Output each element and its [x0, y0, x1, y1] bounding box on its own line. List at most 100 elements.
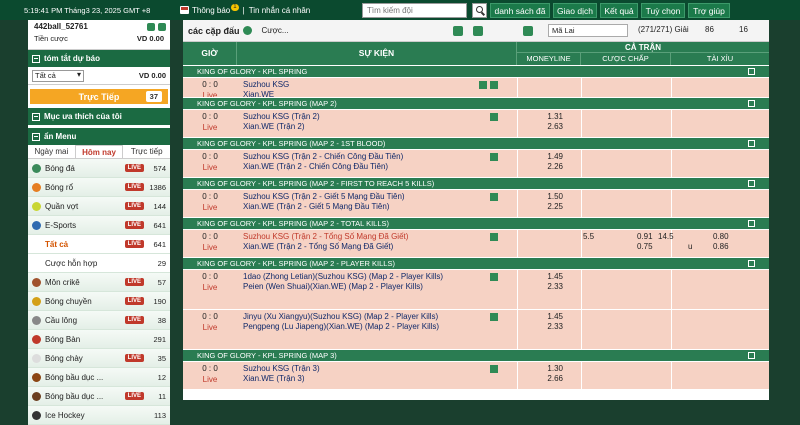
home-team[interactable]: Suzhou KSG (Trận 2) [243, 112, 479, 122]
sidebar-sport-item[interactable]: Bóng bầu dục ... LIVE 11 [28, 387, 170, 406]
favorite-star-icon[interactable] [490, 273, 498, 281]
handicap-odds-away[interactable]: 0.75 [637, 242, 653, 252]
moneyline-odds[interactable]: 1.50 2.25 [517, 192, 581, 212]
odds-type-select[interactable]: Mã Lai [548, 24, 628, 37]
refresh-icon[interactable] [748, 352, 755, 359]
league-header[interactable]: KING OF GLORY - KPL SPRING (MAP 3) [183, 349, 769, 361]
refresh-icon[interactable] [748, 100, 755, 107]
moneyline-odds[interactable]: 1.45 2.33 [517, 312, 581, 332]
refresh-icon[interactable] [748, 68, 755, 75]
odds-away[interactable]: 2.25 [517, 202, 563, 212]
league-count[interactable]: (271/271) Giải [638, 25, 689, 34]
away-team[interactable]: Xian.WE (Trận 3) [243, 374, 479, 384]
sidebar-sport-item[interactable]: Bóng bầu dục ... 12 [28, 368, 170, 387]
odds-away[interactable]: 2.26 [517, 162, 563, 172]
bet-list-button[interactable]: danh sách đã cược [490, 3, 550, 31]
tab-live[interactable]: Trực tiếp [123, 145, 170, 158]
refresh-icon[interactable] [748, 180, 755, 187]
tab-tomorrow[interactable]: Ngày mai [28, 145, 75, 158]
home-team[interactable]: Jinyu (Xu Xiangyu)(Suzhou KSG) (Map 2 - … [243, 312, 479, 322]
odds-home[interactable]: 1.50 [517, 192, 563, 202]
favorite-star-icon[interactable] [490, 233, 498, 241]
refresh-icon[interactable] [748, 260, 755, 267]
sidebar-sport-item[interactable]: Ice Hockey 113 [28, 406, 170, 425]
home-team[interactable]: Suzhou KSG (Trận 3) [243, 364, 479, 374]
refresh-icon[interactable] [748, 220, 755, 227]
away-team[interactable]: Xian.WE (Trận 2 - Giết 5 Mạng Đầu Tiên) [243, 202, 479, 212]
results-button[interactable]: Kết quả [600, 3, 638, 18]
sidebar-sport-item[interactable]: Bóng đá LIVE 574 [28, 159, 170, 178]
favorites-header[interactable]: Mục ưa thích của tôi [28, 108, 170, 125]
odds-away[interactable]: 2.63 [517, 122, 563, 132]
odds-away[interactable]: 2.33 [517, 282, 563, 292]
home-team[interactable]: Suzhou KSG (Trận 2 - Giết 5 Mạng Đầu Tiê… [243, 192, 479, 202]
moneyline-odds[interactable]: 1.31 2.63 [517, 112, 581, 132]
search-input[interactable]: Tìm kiếm đội [362, 3, 467, 18]
help-button[interactable]: Trợ giúp [688, 3, 730, 18]
sidebar-sport-item[interactable]: Cầu lông LIVE 38 [28, 311, 170, 330]
bet-type-select[interactable]: Cược... [262, 26, 289, 35]
over-odds[interactable]: 0.80 [713, 232, 729, 242]
league-header[interactable]: KING OF GLORY - KPL SPRING (MAP 2 - TOTA… [183, 217, 769, 229]
away-team[interactable]: Pengpeng (Lu Jiapeng)(Xian.WE) (Map 2 - … [243, 322, 479, 332]
sidebar-sport-item[interactable]: Bóng chuyền LIVE 190 [28, 292, 170, 311]
odds-away[interactable]: 2.66 [517, 374, 563, 384]
timer-count[interactable]: 16 [739, 25, 748, 34]
favorite-star-icon[interactable] [490, 313, 498, 321]
home-team[interactable]: Suzhou KSG [243, 80, 479, 90]
sidebar-sport-item[interactable]: Quần vợt LIVE 144 [28, 197, 170, 216]
add-icon[interactable] [453, 26, 463, 36]
moneyline-odds[interactable]: 1.45 2.33 [517, 272, 581, 292]
league-header[interactable]: KING OF GLORY - KPL SPRING (MAP 2) [183, 97, 769, 109]
favorite-star-icon[interactable] [490, 113, 498, 121]
sidebar-sport-item[interactable]: E-Sports LIVE 641 [28, 216, 170, 235]
odds-home[interactable]: 1.45 [517, 272, 563, 282]
total-line[interactable]: 14.5 [658, 232, 674, 242]
sidebar-subitem[interactable]: Cược hỗn hợp 29 [28, 254, 170, 273]
transactions-button[interactable]: Giao dịch [553, 3, 597, 18]
tv-icon[interactable] [479, 81, 487, 89]
under-odds[interactable]: 0.86 [713, 242, 729, 252]
sidebar-sport-item[interactable]: Bóng Bàn 291 [28, 330, 170, 349]
league-header[interactable]: KING OF GLORY - KPL SPRING (MAP 2 - PLAY… [183, 257, 769, 269]
search-icon[interactable] [472, 3, 487, 18]
away-team[interactable]: Xian.WE (Trận 2) [243, 122, 479, 132]
refresh-icon[interactable] [158, 23, 166, 31]
sidebar-sport-item[interactable]: Bóng rổ LIVE 1386 [28, 178, 170, 197]
odds-away[interactable]: 2.33 [517, 322, 563, 332]
odds-home[interactable]: 1.30 [517, 364, 563, 374]
sidebar-subitem[interactable]: Tất cả LIVE 641 [28, 235, 170, 254]
message-icon[interactable] [147, 23, 155, 31]
favorite-star-icon[interactable] [490, 153, 498, 161]
league-header[interactable]: KING OF GLORY - KPL SPRING (MAP 2 - FIRS… [183, 177, 769, 189]
summary-header[interactable]: tóm tắt dự báo [28, 50, 170, 67]
handicap-line[interactable]: 5.5 [583, 232, 594, 242]
odds-home[interactable]: 1.45 [517, 312, 563, 322]
away-team[interactable]: Peien (Wen Shuai)(Xian.WE) (Map 2 - Play… [243, 282, 479, 292]
notifications-link[interactable]: Thông báo 1 [180, 3, 239, 15]
options-button[interactable]: Tuỳ chọn [641, 3, 685, 18]
clock-icon[interactable] [473, 26, 483, 36]
moneyline-odds[interactable]: 1.49 2.26 [517, 152, 581, 172]
league-header[interactable]: KING OF GLORY - KPL SPRING [183, 65, 769, 77]
refresh-icon[interactable] [748, 140, 755, 147]
moneyline-odds[interactable]: 1.30 2.66 [517, 364, 581, 384]
favorite-star-icon[interactable] [490, 365, 498, 373]
summary-filter-select[interactable]: Tất cả [32, 69, 84, 82]
hide-menu-header[interactable]: ẩn Menu [28, 128, 170, 145]
refresh-count[interactable]: 86 [705, 25, 714, 34]
tab-today[interactable]: Hôm nay [74, 145, 124, 158]
home-team[interactable]: 1dao (Zhong Letian)(Suzhou KSG) (Map 2 -… [243, 272, 479, 282]
odds-home[interactable]: 1.49 [517, 152, 563, 162]
handicap-odds-home[interactable]: 0.91 [637, 232, 653, 242]
home-team[interactable]: Suzhou KSG (Trận 2 - Tổng Số Mạng Đã Giế… [243, 232, 479, 242]
away-team[interactable]: Xian.WE (Trận 2 - Tổng Số Mạng Đã Giết) [243, 242, 479, 252]
away-team[interactable]: Xian.WE (Trận 2 - Chiến Công Đầu Tiên) [243, 162, 479, 172]
messages-link[interactable]: Tin nhắn cá nhân [249, 6, 311, 15]
home-team[interactable]: Suzhou KSG (Trận 2 - Chiến Công Đầu Tiên… [243, 152, 479, 162]
league-header[interactable]: KING OF GLORY - KPL SPRING (MAP 2 - 1ST … [183, 137, 769, 149]
favorite-star-icon[interactable] [490, 193, 498, 201]
under-label[interactable]: u [688, 242, 692, 252]
sound-icon[interactable] [242, 26, 252, 35]
filter-icon[interactable] [523, 26, 533, 36]
